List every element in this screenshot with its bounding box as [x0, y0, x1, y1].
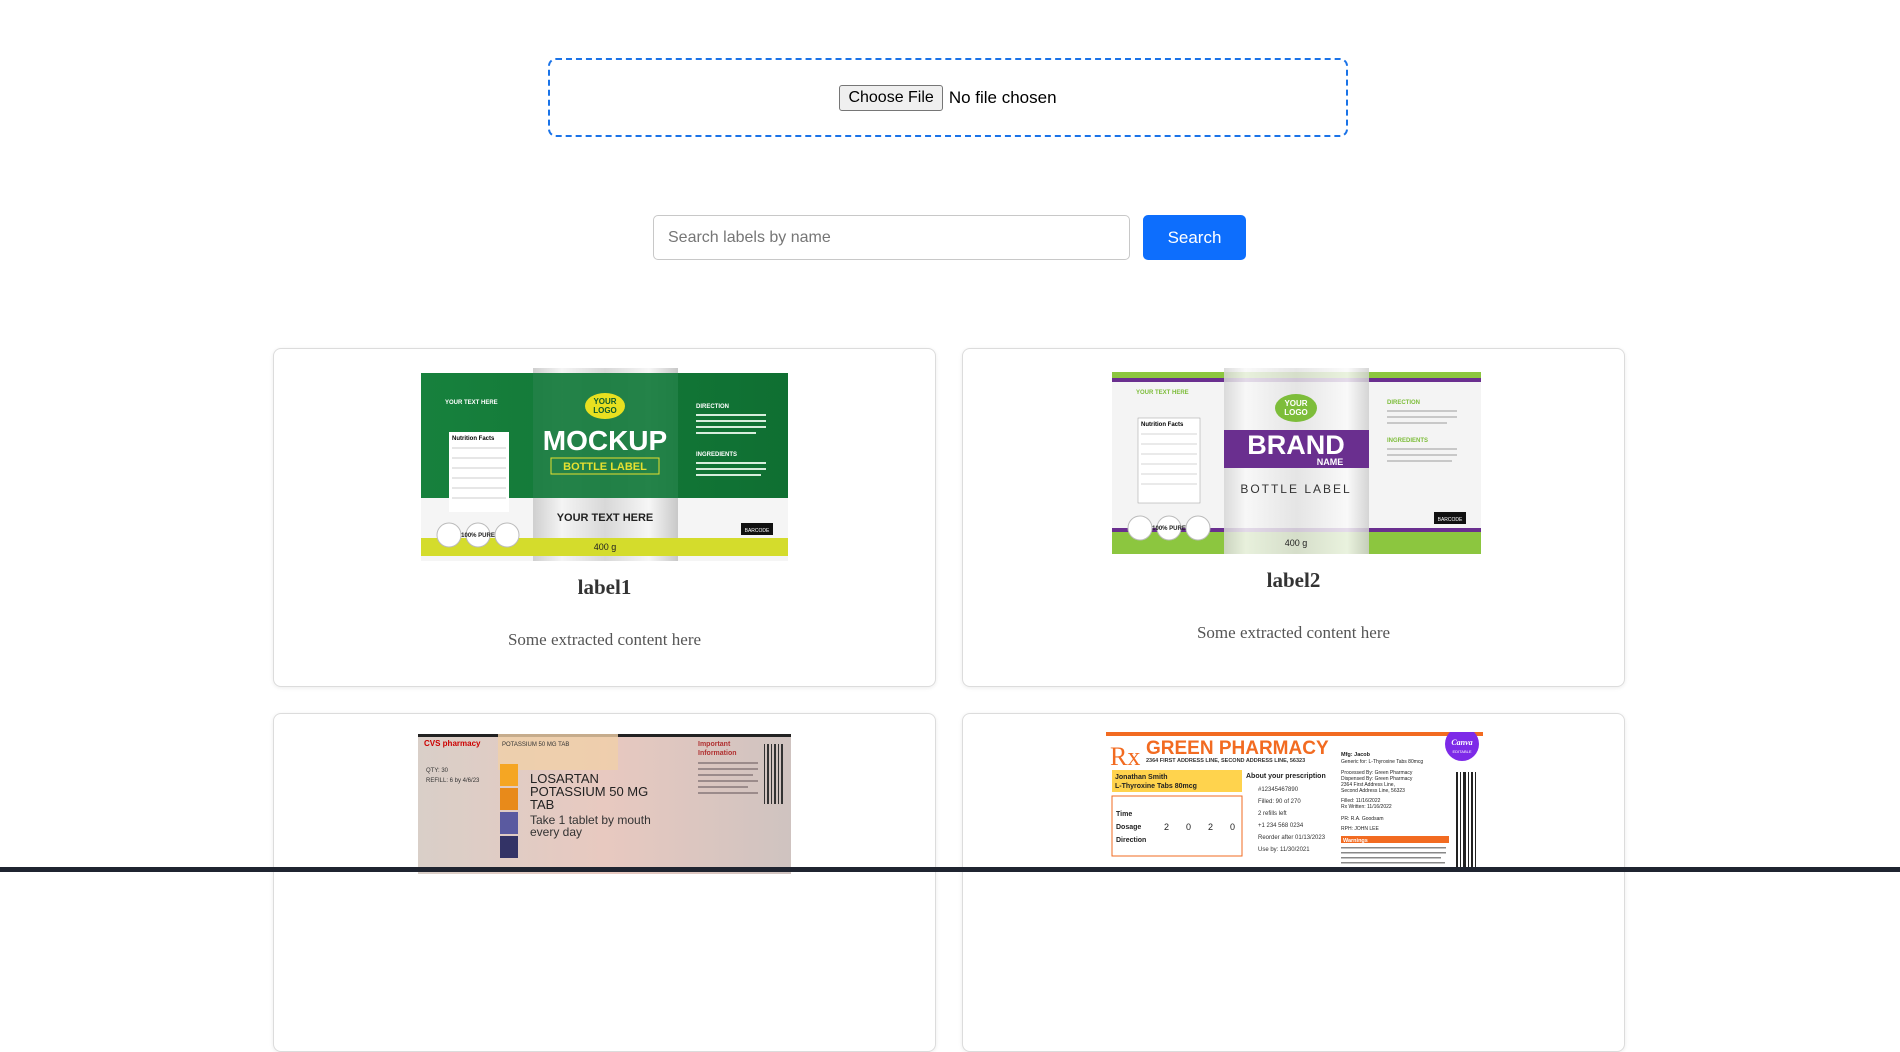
written-date: Rx Written: 11/16/2022 — [1341, 804, 1392, 810]
badge-pure: 100% PURE — [461, 533, 495, 539]
nutrition-facts: Nutrition Facts — [452, 436, 495, 442]
instruction-line: every day — [530, 825, 582, 839]
phone-number: +1 234 568 0234 — [1258, 823, 1304, 829]
refills-left: 2 refills left — [1258, 811, 1287, 817]
qty-text: QTY: 30 — [426, 768, 449, 774]
card-title: label1 — [577, 575, 632, 599]
direction-label: Direction — [1116, 837, 1146, 844]
label-card[interactable]: CVS pharmacy POTASSIUM 50 MG TAB QTY: 30… — [273, 713, 936, 1052]
card-title: label2 — [1266, 568, 1321, 592]
drug-header: POTASSIUM 50 MG TAB — [502, 742, 569, 748]
taskbar — [0, 867, 1900, 872]
logo-text: LOGO — [593, 406, 617, 415]
ingredients-heading: INGREDIENTS — [696, 452, 737, 458]
pharmacy-name: CVS pharmacy — [424, 739, 481, 748]
dosage-value: 0 — [1186, 822, 1191, 832]
dosage-value: 0 — [1230, 822, 1235, 832]
label-card[interactable]: Rx GREEN PHARMACY 2364 FIRST ADDRESS LIN… — [962, 713, 1625, 1052]
pharmacist-text: RPH: JOHN LEE — [1341, 826, 1379, 832]
search-button[interactable]: Search — [1143, 215, 1246, 260]
warnings-heading: Warnings — [1343, 838, 1368, 844]
card-description: Some extracted content here — [507, 630, 702, 649]
rx-symbol: Rx — [1110, 742, 1140, 771]
subheadline-text: NAME — [1317, 457, 1344, 467]
weight-text: 400 g — [1285, 538, 1308, 548]
information-heading: Information — [698, 750, 737, 757]
card-description: Some extracted content here — [1196, 623, 1391, 642]
file-input[interactable]: Choose File No file chosen — [839, 84, 1057, 111]
label-card[interactable]: YOUR LOGO MOCKUP BOTTLE LABEL YOUR TEXT … — [273, 348, 936, 687]
dosage-value: 2 — [1208, 822, 1213, 832]
rx-number: #12345467890 — [1258, 787, 1299, 793]
logo-text: YOUR — [1284, 399, 1307, 408]
search-input[interactable] — [653, 215, 1130, 260]
dosage-label: Dosage — [1116, 824, 1141, 831]
text-here: YOUR TEXT HERE — [557, 512, 654, 524]
pharmacy-name: GREEN PHARMACY — [1146, 738, 1329, 759]
refill-text: REFILL: 6 by 4/6/23 — [426, 778, 480, 784]
headline-text: BRAND — [1247, 430, 1345, 460]
prescriber-text: PR: R.A. Goodsam — [1341, 816, 1384, 822]
file-upload-dropzone[interactable]: Choose File No file chosen — [548, 58, 1348, 137]
label-image: Rx GREEN PHARMACY 2364 FIRST ADDRESS LIN… — [1106, 732, 1483, 873]
generic-text: Generic for: L-Thyroxine Tabs 80mcg — [1341, 759, 1423, 765]
direction-heading: DIRECTION — [1387, 400, 1420, 406]
barcode-text: BARCODE — [745, 528, 770, 534]
logo-text: YOUR — [593, 397, 616, 406]
editable-text: EDITABLE — [1452, 749, 1471, 754]
about-heading: About your prescription — [1246, 773, 1326, 780]
filled-count: Filled: 90 of 270 — [1258, 799, 1301, 805]
time-label: Time — [1116, 811, 1132, 818]
use-by-date: Use by: 11/30/2021 — [1258, 847, 1310, 853]
ingredients-heading: INGREDIENTS — [1387, 438, 1428, 444]
drug-name: L-Thyroxine Tabs 80mcg — [1115, 783, 1197, 790]
barcode-text: BARCODE — [1438, 517, 1463, 523]
logo-text: LOGO — [1284, 408, 1308, 417]
mfg-text: Mfg: Jacob — [1341, 752, 1371, 758]
file-status-text: No file chosen — [948, 87, 1057, 107]
dosage-value: 2 — [1164, 822, 1169, 832]
choose-file-button[interactable]: Choose File — [839, 84, 943, 111]
label-card[interactable]: YOUR LOGO BRAND NAME BOTTLE LABEL 400 g … — [962, 348, 1625, 687]
left-heading: YOUR TEXT HERE — [445, 400, 498, 406]
subheadline-text: BOTTLE LABEL — [563, 461, 647, 473]
reorder-date: Reorder after 01/13/2023 — [1258, 835, 1326, 841]
nutrition-facts: Nutrition Facts — [1141, 422, 1184, 428]
pharmacy-address: 2364 FIRST ADDRESS LINE, SECOND ADDRESS … — [1146, 758, 1305, 764]
label-image: YOUR LOGO MOCKUP BOTTLE LABEL YOUR TEXT … — [421, 368, 788, 561]
direction-heading: DIRECTION — [696, 404, 729, 410]
left-heading: YOUR TEXT HERE — [1136, 390, 1189, 396]
important-heading: Important — [698, 741, 731, 748]
canva-badge: Canva — [1451, 738, 1472, 747]
address-line: Second Address Line, 56323 — [1341, 788, 1405, 794]
bottle-label-text: BOTTLE LABEL — [1240, 482, 1351, 496]
label-image: YOUR LOGO BRAND NAME BOTTLE LABEL 400 g … — [1112, 368, 1481, 554]
label-image: CVS pharmacy POTASSIUM 50 MG TAB QTY: 30… — [418, 734, 791, 874]
weight-text: 400 g — [594, 542, 617, 552]
drug-name-line: TAB — [530, 797, 554, 812]
badge-pure: 100% PURE — [1152, 526, 1186, 532]
headline-text: MOCKUP — [543, 425, 667, 456]
patient-name: Jonathan Smith — [1115, 774, 1168, 781]
